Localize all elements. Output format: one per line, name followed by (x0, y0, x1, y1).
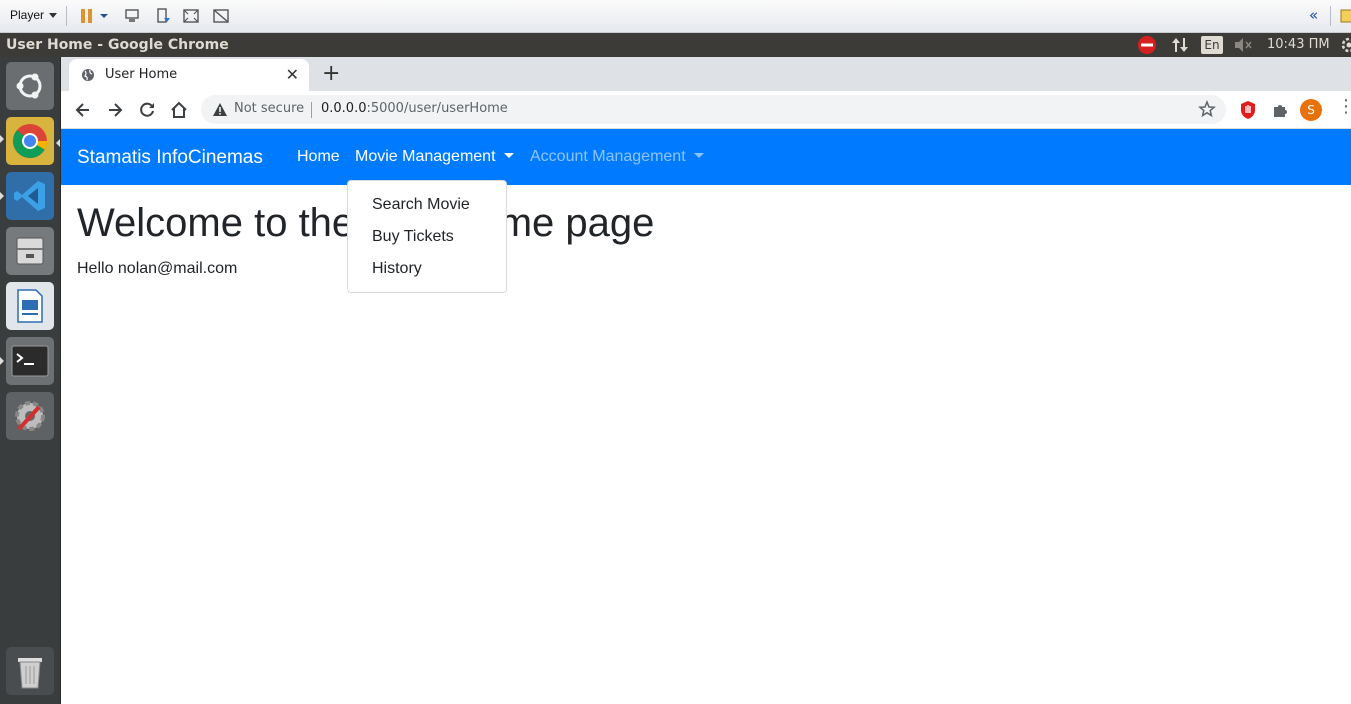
greeting-text: Hello nolan@mail.com (77, 260, 238, 277)
toolbar-separator (66, 6, 67, 26)
document-icon (17, 289, 43, 323)
url-text[interactable]: 0.0.0.0:5000/user/userHome (321, 101, 508, 116)
ubuntu-top-panel: User Home - Google Chrome En 10:43 ПМ (0, 33, 1351, 57)
profile-avatar[interactable]: S (1300, 99, 1322, 121)
launcher-running-indicator (0, 135, 4, 143)
launcher-system-settings[interactable] (6, 392, 54, 440)
chevron-down-icon[interactable] (99, 7, 109, 25)
panel-clock[interactable]: 10:43 ПМ (1267, 37, 1330, 52)
launcher-terminal[interactable] (6, 337, 54, 385)
chrome-icon (12, 124, 47, 158)
pause-icon[interactable] (78, 7, 96, 25)
reload-icon[interactable] (137, 100, 157, 120)
window-title: User Home - Google Chrome (6, 37, 229, 53)
double-chevron-left-icon[interactable]: « (1309, 6, 1318, 24)
nav-account-management-label: Account Management (530, 148, 686, 165)
launcher-dash[interactable] (6, 62, 54, 110)
ubuntu-launcher (0, 57, 61, 704)
new-tab-icon[interactable]: + (322, 61, 340, 86)
file-cabinet-icon (16, 237, 44, 265)
site-brand[interactable]: Stamatis InfoCinemas (77, 147, 263, 169)
terminal-icon (11, 345, 49, 377)
vscode-icon (14, 181, 45, 211)
dropdown-item-buy-tickets[interactable]: Buy Tickets (348, 221, 506, 253)
launcher-running-indicator (0, 192, 4, 200)
web-page: Stamatis InfoCinemas Home Movie Manageme… (61, 129, 1351, 704)
site-navbar: Stamatis InfoCinemas Home Movie Manageme… (61, 129, 1351, 185)
nav-account-management[interactable]: Account Management (530, 148, 704, 166)
launcher-focus-indicator (56, 139, 60, 147)
caret-down-icon (503, 153, 514, 158)
extensions-puzzle-icon[interactable] (1271, 101, 1289, 119)
url-path: :5000/user/userHome (366, 101, 508, 116)
browser-tab[interactable]: User Home ✕ (69, 59, 309, 91)
dropdown-item-history[interactable]: History (348, 253, 506, 285)
address-bar[interactable]: Not secure 0.0.0.0:5000/user/userHome (201, 95, 1226, 124)
vmware-player-bar: Player « (0, 0, 1351, 33)
dropdown-item-search-movie[interactable]: Search Movie (348, 189, 506, 221)
message-log-icon[interactable] (1339, 7, 1351, 25)
launcher-running-indicator (0, 357, 4, 365)
kebab-menu-icon[interactable]: ⋮ (1337, 98, 1351, 116)
browser-tab-strip: User Home ✕ + (61, 57, 1351, 91)
trash-icon (18, 658, 42, 689)
ubuntu-logo-icon (16, 73, 42, 99)
send-ctrl-alt-del-icon[interactable] (123, 7, 141, 25)
launcher-chrome[interactable] (6, 117, 54, 165)
bookmark-star-icon[interactable] (1198, 100, 1216, 118)
launcher-vscode[interactable] (6, 172, 54, 220)
back-arrow-icon[interactable] (73, 100, 93, 120)
keyboard-layout-indicator[interactable]: En (1201, 36, 1223, 54)
settings-wrench-icon (15, 401, 45, 431)
nav-movie-management-label: Movie Management (355, 148, 496, 165)
movie-management-dropdown: Search Movie Buy Tickets History (347, 180, 507, 293)
forward-arrow-icon[interactable] (105, 100, 125, 120)
launcher-libreoffice-impress[interactable] (6, 282, 54, 330)
launcher-trash[interactable] (6, 647, 54, 695)
player-menu[interactable]: Player (10, 8, 57, 22)
caret-down-icon (693, 153, 704, 158)
toolbar-separator (1330, 6, 1331, 26)
home-icon[interactable] (169, 100, 189, 120)
url-host: 0.0.0.0 (321, 101, 367, 116)
adblock-shield-icon[interactable] (1239, 100, 1257, 120)
nav-movie-management[interactable]: Movie Management (355, 148, 514, 166)
power-gear-icon[interactable] (1340, 36, 1351, 54)
security-label[interactable]: Not secure (234, 101, 304, 116)
browser-toolbar: Not secure 0.0.0.0:5000/user/userHome S … (61, 91, 1351, 129)
launcher-files[interactable] (6, 227, 54, 275)
globe-icon (82, 69, 94, 81)
unity-mode-icon[interactable] (212, 7, 230, 25)
omnibox-separator (311, 102, 312, 118)
do-not-disturb-icon[interactable] (1137, 35, 1157, 55)
fit-window-icon[interactable] (182, 7, 200, 25)
removable-devices-icon[interactable] (154, 7, 172, 25)
volume-muted-icon[interactable] (1233, 37, 1253, 53)
warning-triangle-icon[interactable] (212, 102, 228, 117)
tab-title: User Home (105, 67, 178, 82)
nav-home[interactable]: Home (297, 148, 340, 166)
close-tab-icon[interactable]: ✕ (286, 65, 299, 84)
network-arrows-icon[interactable] (1171, 36, 1189, 54)
